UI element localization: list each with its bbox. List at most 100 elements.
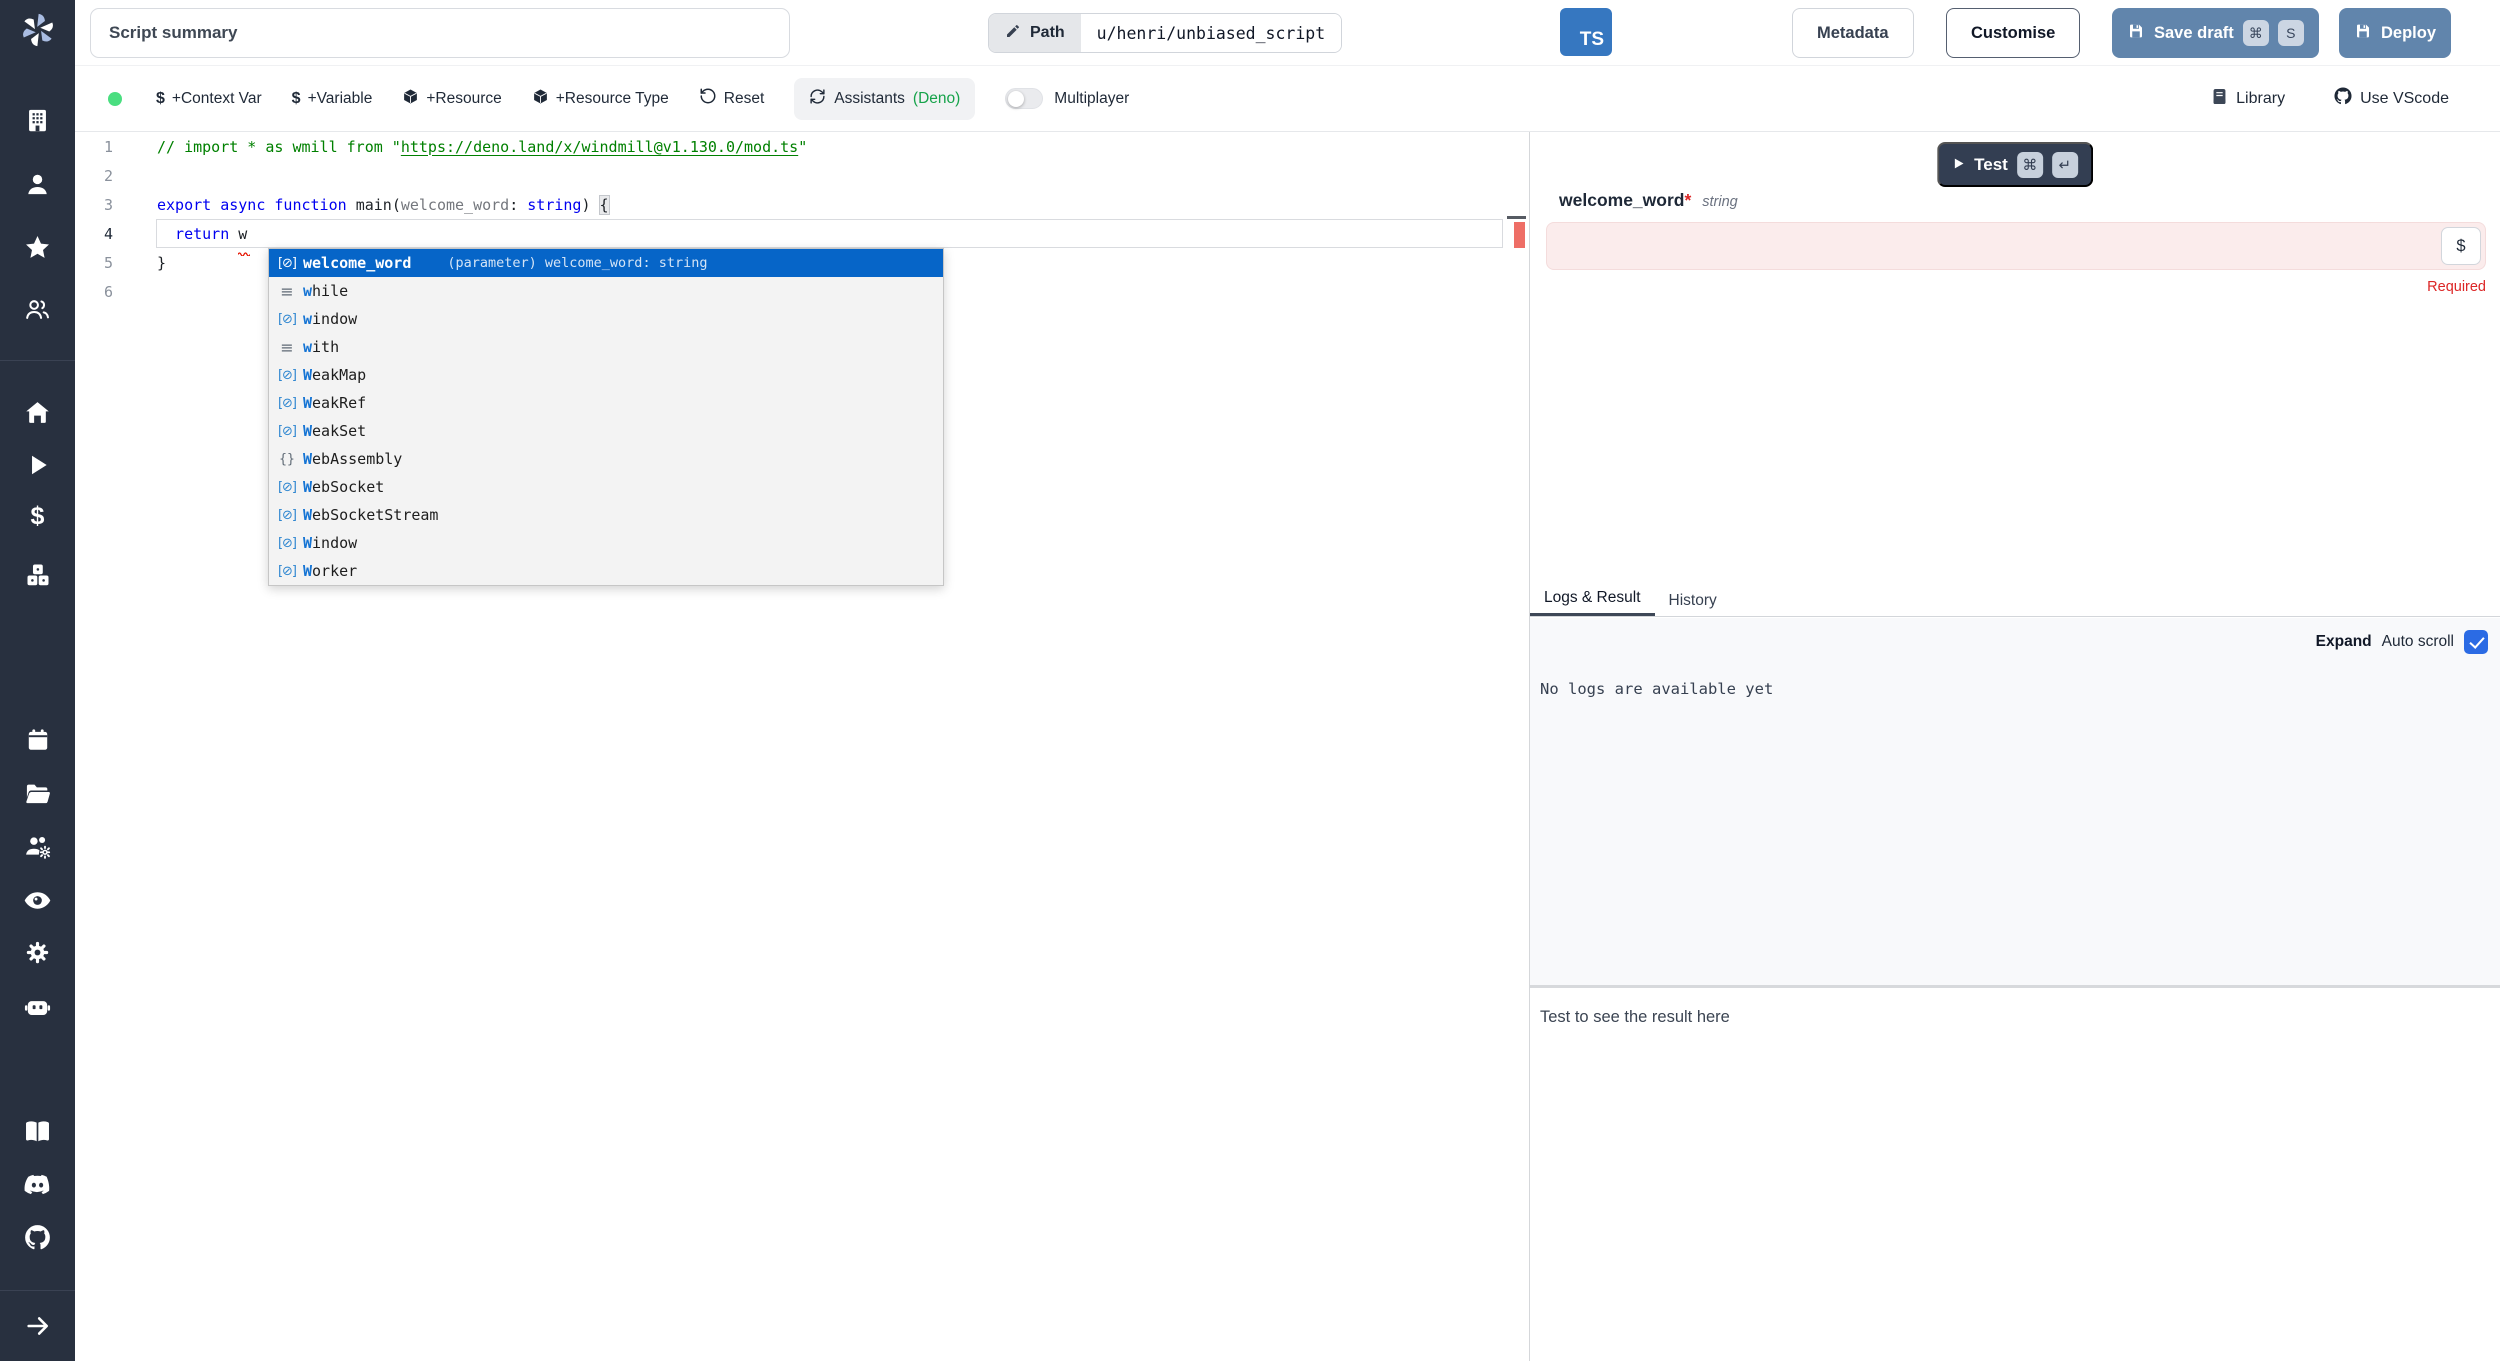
sidebar-item-favorites[interactable] xyxy=(0,234,75,266)
sidebar-item-folders[interactable] xyxy=(0,780,75,813)
no-logs-message: No logs are available yet xyxy=(1540,680,1773,698)
sidebar-item-variables[interactable]: $ xyxy=(0,503,75,529)
autocomplete-dropdown: welcome_word (parameter) welcome_word: s… xyxy=(268,248,944,586)
variable-picker-button[interactable]: $ xyxy=(2441,227,2481,265)
expand-button[interactable]: Expand xyxy=(2316,633,2372,651)
autoscroll-label: Auto scroll xyxy=(2382,633,2454,651)
suggest-item[interactable]: Window xyxy=(269,529,943,557)
path-button[interactable]: Path u/henri/unbiased_script xyxy=(988,13,1342,53)
suggest-item[interactable]: WeakMap xyxy=(269,361,943,389)
sidebar-item-schedules[interactable] xyxy=(0,727,75,758)
code-link[interactable]: https://deno.land/x/windmill@v1.130.0/mo… xyxy=(401,138,798,156)
sidebar-item-docs[interactable] xyxy=(0,1117,75,1151)
rotate-ccw-icon xyxy=(699,87,717,110)
main-area: Path u/henri/unbiased_script TS Metadata… xyxy=(75,0,2500,1361)
variable-icon xyxy=(274,256,300,271)
sidebar-item-settings[interactable] xyxy=(0,939,75,971)
library-button[interactable]: Library xyxy=(2210,87,2285,111)
book-open-icon xyxy=(23,1117,52,1151)
variable-icon xyxy=(274,508,300,523)
bracket-match: { xyxy=(600,196,609,214)
reset-button[interactable]: Reset xyxy=(699,87,765,110)
welcome-word-input[interactable] xyxy=(1546,222,2486,270)
overview-ruler xyxy=(1503,132,1529,1361)
path-label: Path xyxy=(1030,24,1065,42)
building-icon xyxy=(24,107,51,139)
error-squiggle xyxy=(238,242,250,260)
sidebar-item-workers[interactable] xyxy=(0,992,75,1026)
home-icon xyxy=(24,399,51,431)
code-editor[interactable]: 1 // import * as wmill from "https://den… xyxy=(75,132,1529,1361)
windmill-logo[interactable] xyxy=(0,12,75,48)
suggest-item[interactable]: window xyxy=(269,305,943,333)
sidebar-item-home[interactable] xyxy=(0,399,75,431)
user-icon xyxy=(24,171,51,203)
suggest-item[interactable]: while xyxy=(269,277,943,305)
github-icon xyxy=(23,1223,52,1257)
script-summary-input[interactable] xyxy=(90,8,790,58)
use-vscode-button[interactable]: Use VScode xyxy=(2333,86,2449,111)
book-icon xyxy=(2210,87,2229,111)
sidebar-item-discord[interactable] xyxy=(0,1170,75,1204)
path-edit-segment[interactable]: Path xyxy=(989,14,1081,52)
sidebar-item-workspace[interactable] xyxy=(0,107,75,139)
windmill-script-editor: $ xyxy=(0,0,2500,1361)
sidebar-item-runs[interactable] xyxy=(0,452,75,483)
suggest-item[interactable]: WebSocket xyxy=(269,473,943,501)
pencil-icon xyxy=(1005,23,1021,44)
users-icon xyxy=(24,296,51,328)
result-placeholder: Test to see the result here xyxy=(1540,1008,1730,1027)
sidebar-divider xyxy=(0,360,75,361)
suggest-item[interactable]: WebSocketStream xyxy=(269,501,943,529)
github-icon xyxy=(2333,86,2353,111)
package-icon xyxy=(402,88,419,110)
customise-button[interactable]: Customise xyxy=(1946,8,2080,58)
save-floppy-icon xyxy=(2127,22,2145,45)
typescript-badge: TS xyxy=(1560,8,1612,56)
sidebar-item-groups-admin[interactable] xyxy=(0,833,75,866)
sidebar-item-audit[interactable] xyxy=(0,886,75,920)
sidebar-item-resources[interactable] xyxy=(0,561,75,594)
code-comment: // import * as wmill from " xyxy=(157,138,401,156)
multiplayer-label: Multiplayer xyxy=(1054,90,1129,108)
path-value[interactable]: u/henri/unbiased_script xyxy=(1081,14,1341,52)
suggest-item[interactable]: Worker xyxy=(269,557,943,585)
keyword-icon xyxy=(274,338,300,357)
add-resource-button[interactable]: +Resource xyxy=(402,88,501,110)
add-resource-type-button[interactable]: +Resource Type xyxy=(532,88,669,110)
tab-logs-result[interactable]: Logs & Result xyxy=(1530,582,1655,616)
suggest-item[interactable]: WebAssembly xyxy=(269,445,943,473)
required-message: Required xyxy=(2427,279,2486,295)
multiplayer-toggle[interactable] xyxy=(1005,88,1043,109)
add-variable-button[interactable]: $ +Variable xyxy=(292,90,373,108)
kbd-s: S xyxy=(2278,20,2304,46)
assistants-button[interactable]: Assistants (Deno) xyxy=(794,78,975,120)
add-context-var-button[interactable]: $ +Context Var xyxy=(156,90,262,108)
test-button[interactable]: Test ⌘ ↵ xyxy=(1937,142,2093,187)
suggest-item[interactable]: with xyxy=(269,333,943,361)
variable-icon xyxy=(274,564,300,579)
suggest-item[interactable]: WeakRef xyxy=(269,389,943,417)
suggest-item[interactable]: WeakSet xyxy=(269,417,943,445)
metadata-button[interactable]: Metadata xyxy=(1792,8,1914,58)
suggest-item-selected[interactable]: welcome_word (parameter) welcome_word: s… xyxy=(269,249,943,277)
refresh-cw-icon xyxy=(809,88,826,110)
sidebar-collapse-button[interactable] xyxy=(0,1312,75,1345)
discord-icon xyxy=(23,1170,52,1204)
sidebar-item-user[interactable] xyxy=(0,171,75,203)
result-divider[interactable] xyxy=(1530,985,2500,988)
autoscroll-checkbox[interactable] xyxy=(2464,630,2488,654)
code-line: 1 // import * as wmill from "https://den… xyxy=(75,132,1529,161)
variable-icon xyxy=(274,536,300,551)
deploy-button[interactable]: Deploy xyxy=(2339,8,2451,58)
robot-icon xyxy=(23,992,52,1026)
code-line: 3 export async function main(welcome_wor… xyxy=(75,190,1529,219)
sidebar-item-github[interactable] xyxy=(0,1223,75,1257)
line-number-active: 4 xyxy=(75,225,113,243)
tab-history[interactable]: History xyxy=(1655,582,1731,616)
sidebar-item-groups[interactable] xyxy=(0,296,75,328)
kbd-cmd: ⌘ xyxy=(2017,152,2043,178)
module-icon xyxy=(274,452,300,467)
argument-field-header: welcome_word * string xyxy=(1559,190,1738,211)
save-draft-button[interactable]: Save draft ⌘ S xyxy=(2112,8,2319,58)
